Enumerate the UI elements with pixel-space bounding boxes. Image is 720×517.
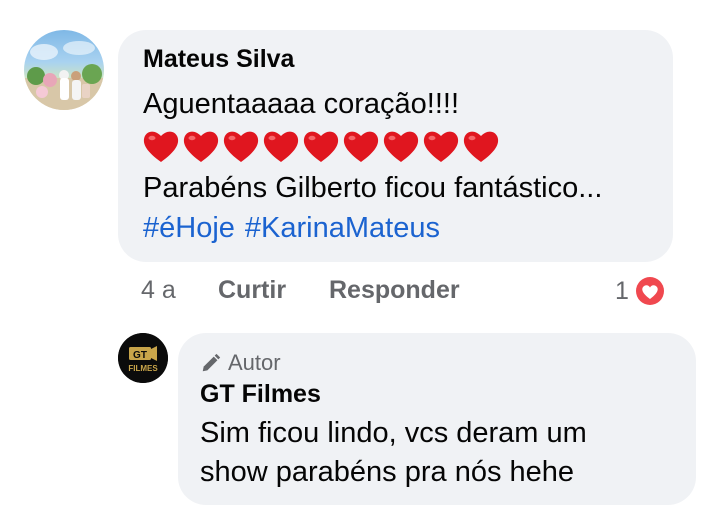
like-button[interactable]: Curtir: [218, 276, 286, 305]
comment-text-line: Parabéns Gilberto ficou fantástico...: [143, 172, 603, 204]
heart-emoji-icon: [343, 131, 379, 162]
gt-filmes-logo: GT FILMES: [118, 333, 168, 383]
reaction-count: 1: [615, 276, 629, 305]
author-badge: Autor: [200, 350, 281, 376]
hashtag-link[interactable]: #KarinaMateus: [245, 212, 440, 244]
hashtag-link[interactable]: #éHoje: [143, 212, 235, 244]
comment-author[interactable]: Mateus Silva: [143, 45, 294, 74]
avatar-gt-filmes[interactable]: GT FILMES: [118, 333, 168, 383]
heart-emoji-icon: [263, 131, 299, 162]
reply-text-line: show parabéns pra nós hehe: [200, 456, 575, 488]
heart-emoji-icon: [143, 131, 179, 162]
author-badge-label: Autor: [228, 350, 281, 375]
svg-text:FILMES: FILMES: [128, 364, 158, 373]
reply-button[interactable]: Responder: [329, 276, 460, 305]
heart-emoji-icon: [383, 131, 419, 162]
reply-text-line: Sim ficou lindo, vcs deram um: [200, 417, 587, 449]
svg-text:GT: GT: [133, 350, 147, 361]
reaction-summary[interactable]: 1: [615, 274, 667, 308]
heart-emoji-icon: [303, 131, 339, 162]
heart-emoji-icon: [423, 131, 459, 162]
profile-photo: [24, 41, 104, 110]
hashtags: #éHoje #KarinaMateus: [143, 212, 450, 245]
reply-author[interactable]: GT Filmes: [200, 380, 321, 409]
pencil-icon: [202, 353, 221, 372]
heart-emoji-icon: [223, 131, 259, 162]
heart-emoji-icon: [463, 131, 499, 162]
heart-emoji-icon: [183, 131, 219, 162]
love-reaction-icon: [633, 275, 666, 307]
avatar[interactable]: [24, 30, 104, 110]
hearts-emoji-row: [141, 127, 501, 165]
comment-text-line: Aguentaaaaa coração!!!!: [143, 88, 460, 120]
comment-timestamp[interactable]: 4 a: [141, 276, 176, 305]
